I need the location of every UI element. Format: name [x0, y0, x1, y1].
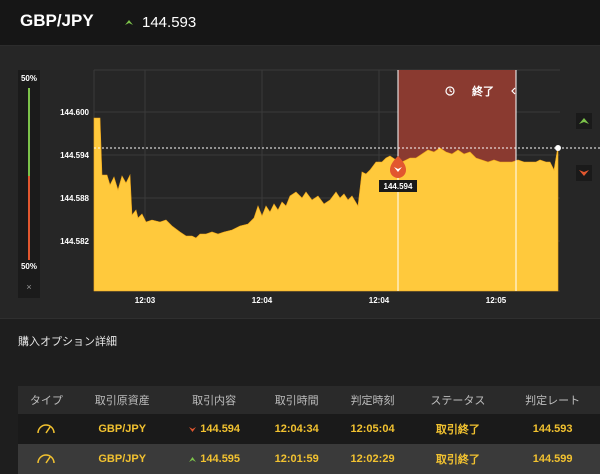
up-arrow-icon	[125, 20, 133, 25]
trade-rate: 144.595	[200, 453, 241, 465]
call-ratio: 50%	[20, 74, 37, 83]
price-chart[interactable]: 144.600 144.594 144.588 144.582 12:03 12…	[0, 46, 600, 318]
up-arrow-icon	[189, 456, 197, 462]
y-tick: 144.600	[60, 108, 89, 117]
table-row[interactable]: GBP/JPY 144.595 12:01:59 12:02:29 取引終了 1…	[18, 444, 600, 474]
put-ratio: 50%	[20, 262, 37, 271]
column-header: 判定レート	[505, 386, 600, 414]
gauge-icon	[37, 423, 56, 433]
column-header: タイプ	[18, 386, 75, 414]
trade-rate: 144.594	[200, 423, 241, 435]
y-tick: 144.582	[60, 237, 89, 246]
x-tick: 12:03	[135, 296, 156, 305]
put-ratio-bar	[28, 176, 30, 260]
x-tick: 12:04	[252, 296, 273, 305]
judge-time-cell: 12:02:29	[334, 444, 411, 474]
column-header: ステータス	[410, 386, 506, 414]
type-cell	[18, 414, 75, 444]
status-cell: 取引終了	[410, 414, 506, 444]
expiry-label: 終了	[472, 84, 494, 98]
options-table: タイプ 取引原資産 取引内容 取引時間 判定時刻 ステータス 判定レート GBP…	[18, 386, 600, 474]
pair-title: GBP/JPY	[20, 11, 94, 30]
column-header: 取引時間	[258, 386, 335, 414]
status-cell: 取引終了	[410, 444, 506, 474]
x-tick: 12:05	[486, 296, 507, 305]
direction-cell: 144.595	[169, 444, 259, 474]
entry-rate-label: 144.594	[384, 182, 413, 191]
y-tick: 144.588	[60, 194, 89, 203]
direction-cell: 144.594	[169, 414, 259, 444]
x-tick: 12:04	[369, 296, 390, 305]
section-title: 購入オプション詳細	[18, 336, 117, 348]
y-tick: 144.594	[60, 151, 89, 160]
current-price-dot	[555, 145, 561, 151]
ratio-panel: 50% 50% ×	[18, 70, 40, 298]
judge-time-cell: 12:05:04	[334, 414, 411, 444]
column-header: 取引原資産	[74, 386, 170, 414]
column-header: 判定時刻	[334, 386, 411, 414]
header-bar: GBP/JPY 144.593	[0, 0, 600, 46]
trade-time-cell: 12:04:34	[258, 414, 335, 444]
divider	[0, 318, 600, 319]
asset-cell: GBP/JPY	[74, 444, 170, 474]
judge-rate-cell: 144.599	[505, 444, 600, 474]
up-arrow-icon	[579, 118, 589, 124]
asset-cell: GBP/JPY	[74, 414, 170, 444]
table-row[interactable]: GBP/JPY 144.594 12:04:34 12:05:04 取引終了 1…	[18, 414, 600, 444]
column-header: 取引内容	[169, 386, 259, 414]
call-ratio-bar	[28, 88, 30, 176]
down-arrow-icon	[189, 426, 197, 432]
type-cell	[18, 444, 75, 474]
judge-rate-cell: 144.593	[505, 414, 600, 444]
close-ratio-button[interactable]: ×	[18, 282, 40, 292]
high-button[interactable]	[576, 113, 592, 129]
gauge-icon	[37, 453, 56, 463]
trade-time-cell: 12:01:59	[258, 444, 335, 474]
current-price: 144.593	[142, 14, 197, 31]
down-arrow-icon	[579, 170, 589, 176]
low-button[interactable]	[576, 165, 592, 181]
